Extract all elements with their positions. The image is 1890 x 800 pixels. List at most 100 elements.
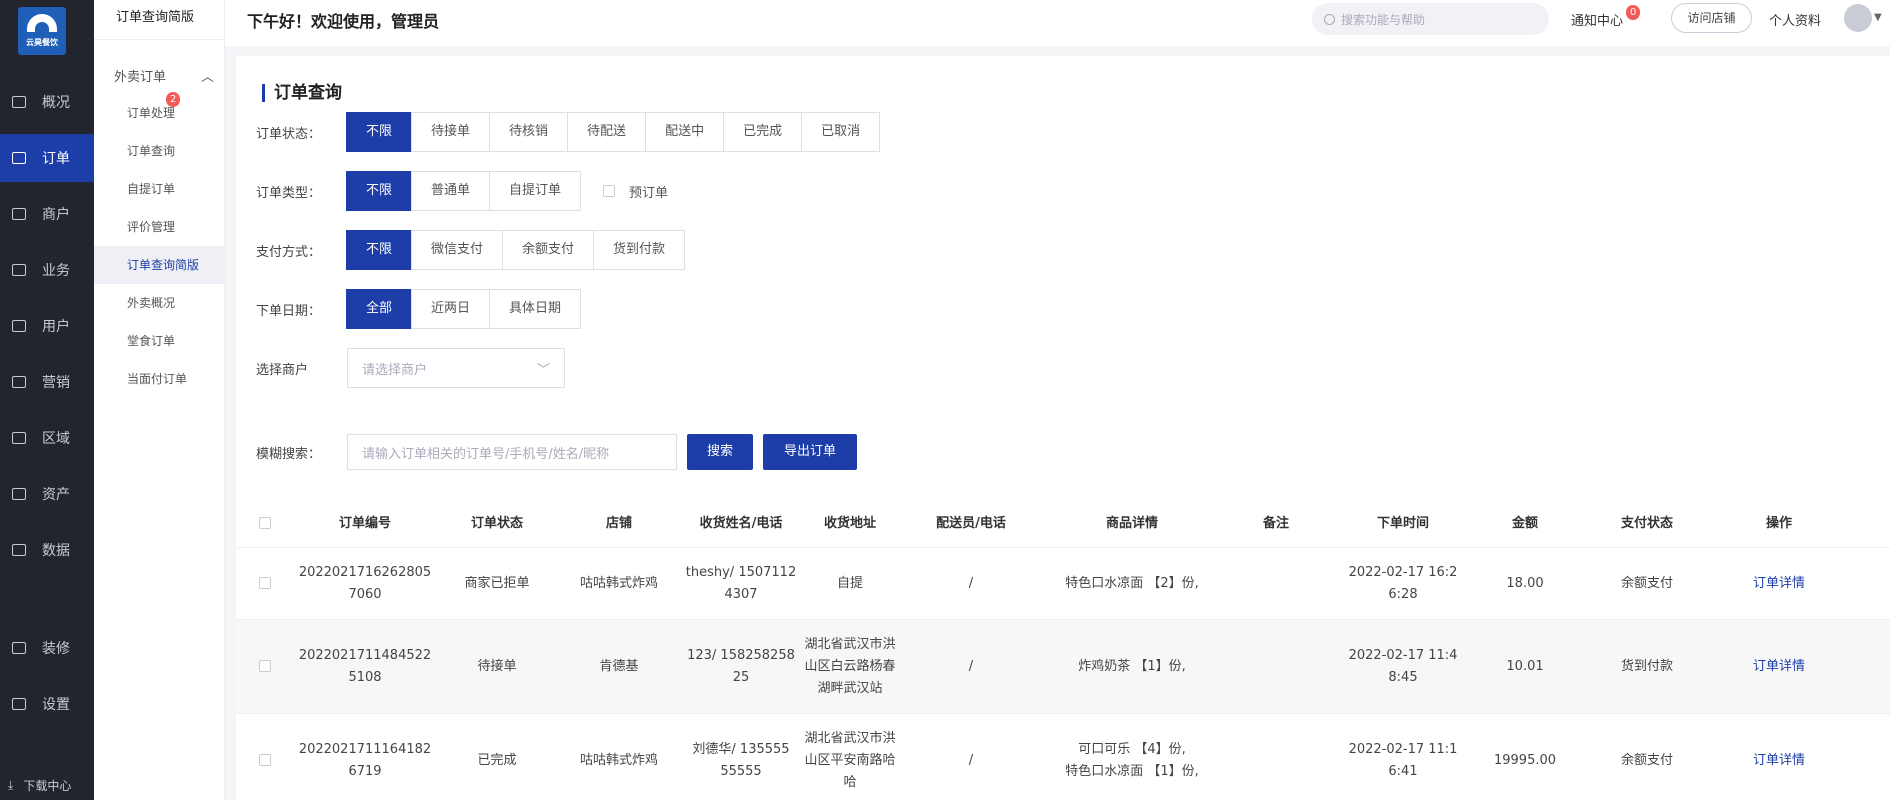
status-option[interactable]: 待配送 <box>567 112 647 152</box>
sub-item-label: 评价管理 <box>127 220 176 234</box>
table-row: 2022021711484522 5108 待接单 肯德基 123/ 158258… <box>236 620 1890 714</box>
sub-sidebar: 订单查询简版 外卖订单 ︿ 订单处理 订单查询 自提订单 评价管理 订单查询简版… <box>94 0 225 800</box>
top-bar: 下午好！欢迎使用，管理员 搜索功能与帮助 通知中心 0 访问店铺 个人资料 ▼ <box>225 0 1890 46</box>
contact-line: theshy/ 1507112 <box>685 564 797 580</box>
time-cell: 2022-02-17 16:2 6:28 <box>1332 562 1474 606</box>
checkbox-box[interactable] <box>603 185 616 197</box>
courier-cell: / <box>968 658 974 674</box>
profile-link[interactable]: 个人资料 <box>1769 10 1821 29</box>
decoration-icon <box>12 642 26 654</box>
filter-label: 模糊搜索： <box>256 446 322 462</box>
visit-store-button[interactable]: 访问店铺 <box>1671 3 1752 33</box>
submenu-group-takeout[interactable]: 外卖订单 ︿ <box>114 66 214 85</box>
nav-item-marketing[interactable]: 营销 <box>0 358 94 406</box>
fuzzy-search-input[interactable]: 请输入订单相关的订单号/手机号/姓名/昵称 <box>347 434 677 470</box>
search-input[interactable]: 搜索功能与帮助 <box>1312 3 1549 35</box>
sub-item-order-processing[interactable]: 订单处理 <box>94 94 225 132</box>
order-id-cell: 2022021716262805 7060 <box>294 562 436 606</box>
merchant-select[interactable]: 请选择商户 ﹀ <box>347 348 565 388</box>
col-time: 下单时间 <box>1376 515 1429 531</box>
status-option[interactable]: 待核销 <box>489 112 569 152</box>
download-center[interactable]: ⤓ 下载中心 <box>0 770 94 800</box>
sub-item-takeout-overview[interactable]: 外卖概况 <box>94 284 225 322</box>
filter-label: 订单状态： <box>256 126 322 142</box>
nav-item-users[interactable]: 用户 <box>0 302 94 350</box>
date-option[interactable]: 全部 <box>346 289 413 329</box>
notification-center[interactable]: 通知中心 <box>1571 10 1623 29</box>
date-option[interactable]: 近两日 <box>411 289 491 329</box>
nav-item-orders[interactable]: 订单 <box>0 134 94 182</box>
type-option[interactable]: 普通单 <box>411 171 491 211</box>
export-orders-button[interactable]: 导出订单 <box>763 434 858 470</box>
status-option[interactable]: 配送中 <box>645 112 725 152</box>
sub-item-face-pay-orders[interactable]: 当面付订单 <box>94 360 225 398</box>
nav-item-overview[interactable]: 概况 <box>0 78 94 126</box>
nav-item-business[interactable]: 业务 <box>0 246 94 294</box>
date-option[interactable]: 具体日期 <box>489 289 582 329</box>
time-line: 6:28 <box>1388 586 1418 602</box>
pay-option[interactable]: 不限 <box>346 230 413 270</box>
status-option[interactable]: 已取消 <box>801 112 881 152</box>
nav-item-merchants[interactable]: 商户 <box>0 190 94 238</box>
sub-item-dine-in-orders[interactable]: 堂食订单 <box>94 322 225 360</box>
merchant-icon <box>12 208 26 220</box>
select-all-checkbox[interactable] <box>259 517 271 529</box>
brand-logo[interactable]: 云昊餐饮 <box>18 7 66 55</box>
status-option[interactable]: 待接单 <box>411 112 491 152</box>
sub-item-reviews[interactable]: 评价管理 <box>94 208 225 246</box>
type-option[interactable]: 自提订单 <box>489 171 582 211</box>
goods-line: 炸鸡奶茶 【1】份, <box>1078 658 1186 674</box>
order-id-line: 2022021711484522 <box>298 647 432 663</box>
courier-cell: / <box>968 575 974 591</box>
status-option[interactable]: 不限 <box>346 112 413 152</box>
pay-segment: 不限 微信支付 余额支付 货到付款 <box>346 230 686 270</box>
row-checkbox[interactable] <box>259 754 271 766</box>
nav-item-decoration[interactable]: 装修 <box>0 624 94 672</box>
main-sidebar: 云昊餐饮 概况 订单 商户 业务 用户 营销 区域 资产 数据 装修 设置 ⤓ 下… <box>0 0 94 800</box>
pay-status-cell: 货到付款 <box>1620 658 1673 674</box>
nav-item-settings[interactable]: 设置 <box>0 680 94 728</box>
sub-item-order-query-lite[interactable]: 订单查询简版 <box>94 246 225 284</box>
sub-item-order-query[interactable]: 订单查询 <box>94 132 225 170</box>
nav-item-data[interactable]: 数据 <box>0 526 94 574</box>
download-icon: ⤓ <box>8 777 14 792</box>
preorder-checkbox[interactable]: 预订单 <box>603 182 668 201</box>
time-line: 2022-02-17 11:4 <box>1348 647 1458 663</box>
business-icon <box>12 264 26 276</box>
contact-line: 55555 <box>720 763 762 779</box>
type-option[interactable]: 不限 <box>346 171 413 211</box>
order-detail-link[interactable]: 订单详情 <box>1718 656 1840 678</box>
table-row: 2022021711164182 6719 已完成 咕咕韩式炸鸡 刘德华/ 135… <box>236 714 1890 800</box>
sub-sidebar-title: 订单查询简版 <box>94 0 225 40</box>
date-segment: 全部 近两日 具体日期 <box>346 289 582 329</box>
type-segment: 不限 普通单 自提订单 <box>346 171 582 211</box>
pay-option[interactable]: 微信支付 <box>411 230 504 270</box>
row-checkbox[interactable] <box>259 660 271 672</box>
pay-option[interactable]: 余额支付 <box>502 230 595 270</box>
filter-order-status: 订单状态： 不限 待接单 待核销 待配送 配送中 已完成 已取消 <box>256 112 881 152</box>
chevron-down-icon[interactable]: ▼ <box>1874 12 1882 23</box>
address-cell: 自提 <box>802 573 898 595</box>
nav-label: 用户 <box>42 319 70 335</box>
order-detail-link[interactable]: 订单详情 <box>1718 750 1840 772</box>
col-pay-status: 支付状态 <box>1620 515 1673 531</box>
row-checkbox[interactable] <box>259 577 271 589</box>
nav-item-assets[interactable]: 资产 <box>0 470 94 518</box>
time-cell: 2022-02-17 11:1 6:41 <box>1332 739 1474 783</box>
amount-cell: 10.01 <box>1506 658 1544 674</box>
nav-item-region[interactable]: 区域 <box>0 414 94 462</box>
order-detail-link[interactable]: 订单详情 <box>1718 573 1840 595</box>
filter-label: 支付方式： <box>256 244 322 260</box>
order-id-line: 2022021716262805 <box>298 564 432 580</box>
pay-option[interactable]: 货到付款 <box>593 230 686 270</box>
sub-item-label: 订单查询简版 <box>127 258 200 272</box>
sub-item-pickup-orders[interactable]: 自提订单 <box>94 170 225 208</box>
select-all-cell <box>236 513 294 535</box>
search-button[interactable]: 搜索 <box>687 434 754 470</box>
courier-cell: / <box>968 752 974 768</box>
address-line: 湖北省武汉市洪 <box>804 636 896 652</box>
time-cell: 2022-02-17 11:4 8:45 <box>1332 645 1474 689</box>
marketing-icon <box>12 376 26 388</box>
avatar[interactable] <box>1844 4 1872 32</box>
status-option[interactable]: 已完成 <box>723 112 803 152</box>
